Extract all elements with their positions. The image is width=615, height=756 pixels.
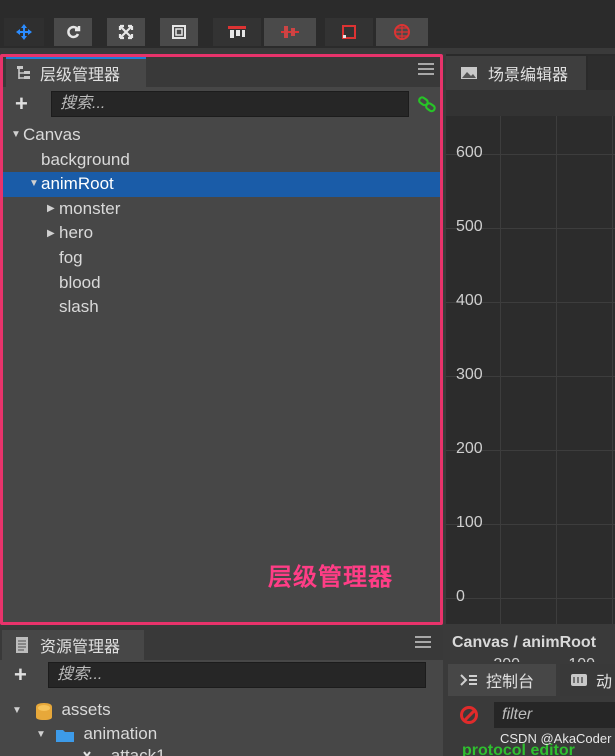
y-axis-label: 600 <box>456 144 483 161</box>
animation-icon <box>571 674 587 686</box>
scale-icon <box>118 24 134 40</box>
expand-arrow-icon[interactable]: ▶ <box>47 222 59 247</box>
assets-menu-icon[interactable] <box>415 636 431 650</box>
asset-item-attack1[interactable]: attack1 <box>82 746 166 756</box>
assets-doc-icon <box>16 637 28 653</box>
align-top-icon <box>228 26 246 38</box>
tree-node-monster[interactable]: ▶ monster <box>3 197 440 222</box>
y-axis-label: 200 <box>456 440 483 457</box>
move-tool-button[interactable] <box>4 18 44 46</box>
grid-line <box>556 116 557 624</box>
hierarchy-tree: ▼ Canvas background ▼ animRoot ▶ monster ▶ hero f… <box>3 123 440 320</box>
scene-panel: 场景编辑器 6005004003002001000-200-100 <box>446 54 615 673</box>
asset-label: assets <box>61 700 111 719</box>
y-axis-label: 0 <box>456 588 465 605</box>
pivot-icon <box>342 25 356 39</box>
tab-scene-label: 场景编辑器 <box>488 67 569 84</box>
tree-node-fog[interactable]: fog <box>3 246 440 271</box>
rect-tool-button[interactable] <box>160 18 198 46</box>
tab-assets[interactable]: 资源管理器 <box>2 630 144 660</box>
align-center-button[interactable] <box>264 18 316 46</box>
tree-node-label: fog <box>59 247 83 267</box>
align-top-button[interactable] <box>213 18 261 46</box>
y-axis-label: 100 <box>456 514 483 531</box>
rect-icon <box>172 25 186 39</box>
tab-scene-overflow[interactable] <box>588 56 615 90</box>
tree-node-label: slash <box>59 297 99 317</box>
grid-line <box>500 116 501 624</box>
expand-arrow-icon[interactable]: ▶ <box>47 197 59 222</box>
tree-node-hero[interactable]: ▶ hero <box>3 221 440 246</box>
console-icon <box>460 674 477 686</box>
tree-node-slash[interactable]: slash <box>3 295 440 320</box>
panel-menu-icon[interactable] <box>418 63 434 77</box>
rotate-icon <box>67 25 81 39</box>
console-filter-input[interactable]: filter <box>494 702 615 728</box>
asset-label: animation <box>83 724 158 743</box>
tab-console[interactable]: 控制台 <box>448 664 556 696</box>
hierarchy-tree-icon <box>17 66 30 79</box>
tree-node-label: animRoot <box>41 174 114 194</box>
tree-node-canvas[interactable]: ▼ Canvas <box>3 123 440 148</box>
hierarchy-search-row: + 搜索... <box>3 89 440 121</box>
asset-item-animation[interactable]: ▼ animation <box>36 724 157 744</box>
tab-console-label: 控制台 <box>486 674 535 691</box>
expand-arrow-icon[interactable]: ▼ <box>11 123 23 148</box>
annotation-caption: 层级管理器 <box>268 564 393 591</box>
tree-node-label: blood <box>59 272 101 292</box>
link-icon[interactable] <box>417 95 437 113</box>
assets-panel: 资源管理器 + 搜索... ▼ assets ▼ animation attac… <box>0 628 443 756</box>
tree-node-background[interactable]: background <box>3 148 440 173</box>
anim-clip-icon <box>83 750 91 756</box>
y-axis-label: 400 <box>456 292 483 309</box>
assets-search-input[interactable]: 搜索... <box>48 662 426 688</box>
scene-tab-bar: 场景编辑器 <box>446 54 615 90</box>
global-coord-button[interactable] <box>376 18 428 46</box>
grid-line <box>446 598 615 599</box>
hierarchy-tab-bar: 层级管理器 <box>3 57 440 87</box>
add-node-icon[interactable]: + <box>15 91 28 117</box>
expand-arrow-icon[interactable]: ▼ <box>29 172 41 197</box>
tree-node-label: hero <box>59 223 94 243</box>
tab-hierarchy[interactable]: 层级管理器 <box>6 57 146 87</box>
scene-grid[interactable]: 6005004003002001000-200-100 <box>446 116 615 673</box>
tab-hierarchy-label: 层级管理器 <box>40 67 121 84</box>
hierarchy-panel: 层级管理器 + 搜索... ▼ Canvas background ▼ animRoot… <box>0 54 443 625</box>
editor-window: 层级管理器 + 搜索... ▼ Canvas background ▼ animRoot… <box>0 0 615 756</box>
tab-animation[interactable]: 动 <box>560 664 615 696</box>
expand-arrow-icon[interactable]: ▼ <box>12 705 24 716</box>
tab-assets-label: 资源管理器 <box>40 639 121 656</box>
top-toolbar <box>0 0 615 48</box>
asset-item-assets[interactable]: ▼ assets <box>12 700 111 721</box>
tree-node-animroot[interactable]: ▼ animRoot <box>3 172 440 197</box>
scene-icon <box>461 67 477 79</box>
clear-console-icon[interactable] <box>460 706 478 724</box>
y-axis-label: 300 <box>456 366 483 383</box>
scene-breadcrumb: Canvas / animRoot <box>446 628 615 658</box>
asset-label: attack1 <box>110 746 166 756</box>
folder-icon <box>55 729 74 742</box>
tree-node-label: background <box>41 149 130 169</box>
grid-line <box>612 116 613 624</box>
tree-node-blood[interactable]: blood <box>3 271 440 296</box>
assets-tab-bar: 资源管理器 <box>0 628 443 660</box>
globe-icon <box>394 24 410 40</box>
watermark: CSDN @AkaCoder <box>500 731 612 746</box>
move-icon <box>16 24 32 40</box>
tree-node-label: monster <box>59 198 121 218</box>
y-axis-label: 500 <box>456 218 483 235</box>
expand-arrow-icon[interactable]: ▼ <box>36 729 48 740</box>
rotate-tool-button[interactable] <box>54 18 92 46</box>
tab-animation-label: 动 <box>596 674 613 691</box>
tab-scene[interactable]: 场景编辑器 <box>446 56 586 90</box>
align-center-icon <box>281 26 299 38</box>
pivot-local-button[interactable] <box>325 18 373 46</box>
tree-node-label: Canvas <box>23 125 81 144</box>
scale-tool-button[interactable] <box>107 18 145 46</box>
hierarchy-search-input[interactable]: 搜索... <box>51 91 409 117</box>
database-icon <box>35 702 52 720</box>
add-asset-icon[interactable]: + <box>14 662 27 688</box>
